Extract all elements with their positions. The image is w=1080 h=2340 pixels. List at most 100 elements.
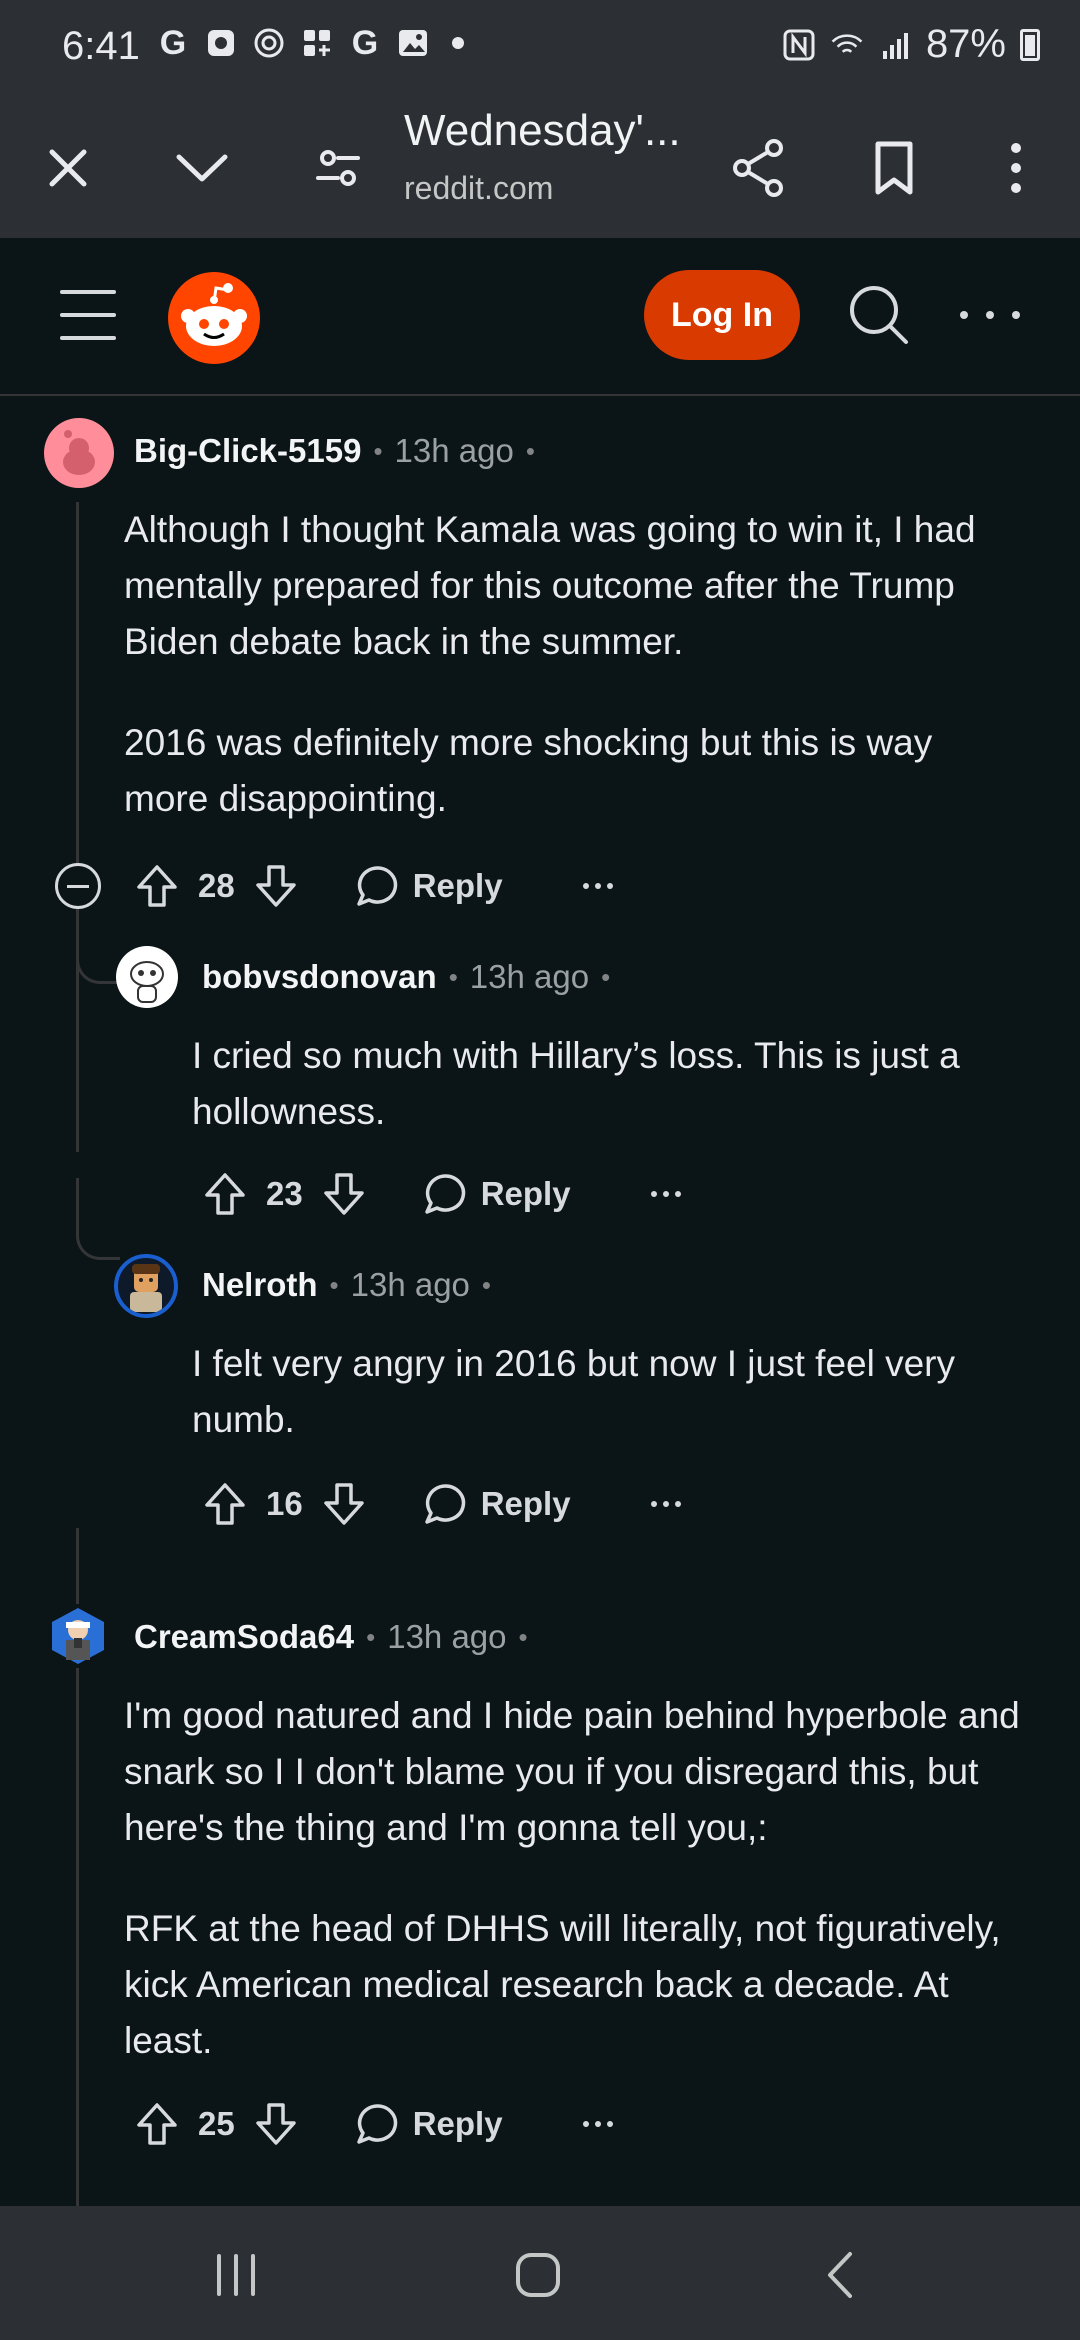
hamburger-line <box>60 290 116 294</box>
google-icon: G <box>159 23 187 62</box>
comment-paragraph: 2016 was definitely more shocking but th… <box>124 722 933 819</box>
wifi-icon <box>830 28 864 62</box>
comment-actions: 28 Reply <box>134 856 613 916</box>
comment-body: Although I thought Kamala was going to w… <box>124 502 1024 827</box>
comment-paragraph: I felt very angry in 2016 but now I just… <box>192 1343 955 1440</box>
upvote-button[interactable] <box>202 1481 248 1527</box>
vote-count: 25 <box>198 2105 235 2142</box>
snoo-avatar-icon <box>63 430 95 475</box>
comment-time: 13h ago <box>469 958 590 995</box>
vote-count: 23 <box>266 1175 303 1212</box>
avatar[interactable] <box>116 946 178 1008</box>
share-button[interactable] <box>718 128 798 208</box>
chevron-down-icon <box>176 154 228 182</box>
downvote-button[interactable] <box>321 1171 367 1217</box>
comment-list: Big-Click-5159 • 13h ago • Although I th… <box>0 398 1080 2206</box>
comment-paragraph: RFK at the head of DHHS will literally, … <box>124 1908 1001 2061</box>
reply-label: Reply <box>480 1175 571 1212</box>
collapse-thread-button[interactable] <box>55 863 101 909</box>
bookmark-icon <box>875 141 913 195</box>
reply-button[interactable]: Reply <box>355 2102 503 2146</box>
comment-more-button[interactable] <box>582 2121 613 2127</box>
avatar[interactable] <box>114 1254 178 1318</box>
comment-paragraph: I cried so much with Hillary’s loss. Thi… <box>192 1035 960 1132</box>
battery-icon <box>1020 28 1040 61</box>
comment-actions: 23 Reply <box>202 1164 681 1224</box>
comment-time: 13h ago <box>350 1266 470 1303</box>
reply-button[interactable]: Reply <box>423 1482 571 1526</box>
comment-body: I'm good natured and I hide pain behind … <box>124 1688 1034 2069</box>
comment-time: 13h ago <box>387 1618 507 1655</box>
signal-icon <box>878 28 912 62</box>
reply-button[interactable]: Reply <box>423 1172 571 1216</box>
google-icon: G <box>351 23 379 62</box>
vote-count: 16 <box>266 1485 303 1522</box>
comment-more-button[interactable] <box>650 1191 681 1197</box>
menu-button[interactable] <box>60 290 116 340</box>
header-more-button[interactable] <box>960 290 1020 340</box>
upvote-icon <box>205 1483 245 1525</box>
avatar[interactable] <box>44 418 114 488</box>
comment-author[interactable]: bobvsdonovan <box>202 958 437 996</box>
nfc-icon <box>782 28 816 62</box>
comment-time: 13h ago <box>394 432 514 469</box>
comment-paragraph: I'm good natured and I hide pain behind … <box>124 1695 1020 1848</box>
more-notifications-dot <box>452 37 464 49</box>
dot <box>1012 311 1020 319</box>
comment-more-button[interactable] <box>582 883 613 889</box>
comment-bubble-icon <box>356 2104 397 2144</box>
search-button[interactable] <box>846 282 910 346</box>
gallery-icon <box>396 26 430 60</box>
reddit-logo[interactable] <box>168 272 260 364</box>
battery-percent: 87% <box>925 22 1006 66</box>
comment-bubble-icon <box>424 1484 465 1524</box>
avatar[interactable] <box>46 1604 110 1668</box>
reddit-header: Log In <box>0 238 1080 396</box>
snoo-icon <box>181 283 247 350</box>
back-button[interactable] <box>800 2240 880 2310</box>
page-title[interactable]: Wednesday'... <box>404 106 681 156</box>
comment-actions: 16 Reply <box>202 1474 681 1534</box>
bookmark-button[interactable] <box>854 128 934 208</box>
comment-meta: bobvsdonovan • 13h ago • <box>202 958 611 996</box>
status-time: 6:41 <box>62 24 140 68</box>
system-nav-bar <box>0 2206 1080 2340</box>
hamburger-line <box>60 313 116 317</box>
login-button[interactable]: Log In <box>644 270 800 360</box>
close-icon <box>49 149 87 187</box>
status-bar: 6:41 G G 87% <box>0 0 1080 100</box>
upvote-icon <box>137 865 177 907</box>
downvote-icon <box>323 1173 364 1215</box>
downvote-button[interactable] <box>321 1481 367 1527</box>
reply-label: Reply <box>480 1485 571 1522</box>
system-icons: 87% <box>782 22 1040 67</box>
back-icon <box>828 2252 852 2298</box>
site-settings-button[interactable] <box>298 128 378 208</box>
downvote-button[interactable] <box>253 2101 299 2147</box>
comment-bubble-icon <box>356 866 397 906</box>
upvote-button[interactable] <box>134 863 180 909</box>
browser-menu-button[interactable] <box>976 128 1056 208</box>
apps-icon <box>300 26 334 60</box>
upvote-button[interactable] <box>202 1171 248 1217</box>
search-icon <box>850 286 908 344</box>
page-url[interactable]: reddit.com <box>404 170 553 207</box>
home-button[interactable] <box>498 2240 578 2310</box>
user-avatar-icon <box>130 1264 162 1312</box>
close-tab-button[interactable] <box>28 128 108 208</box>
reply-button[interactable]: Reply <box>355 864 503 908</box>
downvote-icon <box>255 865 296 907</box>
upvote-button[interactable] <box>134 2101 180 2147</box>
upvote-icon <box>137 2103 177 2145</box>
dot <box>986 311 994 319</box>
thread-connector <box>76 898 120 984</box>
recent-apps-button[interactable] <box>196 2240 276 2310</box>
comment-more-button[interactable] <box>650 1501 681 1507</box>
comment-author[interactable]: CreamSoda64 <box>134 1618 354 1656</box>
comment-author[interactable]: Big-Click-5159 <box>134 432 361 470</box>
downvote-button[interactable] <box>253 863 299 909</box>
calendar-icon <box>204 26 238 60</box>
comment-author[interactable]: Nelroth <box>202 1266 318 1304</box>
upvote-icon <box>205 1173 245 1215</box>
minimize-button[interactable] <box>162 128 242 208</box>
